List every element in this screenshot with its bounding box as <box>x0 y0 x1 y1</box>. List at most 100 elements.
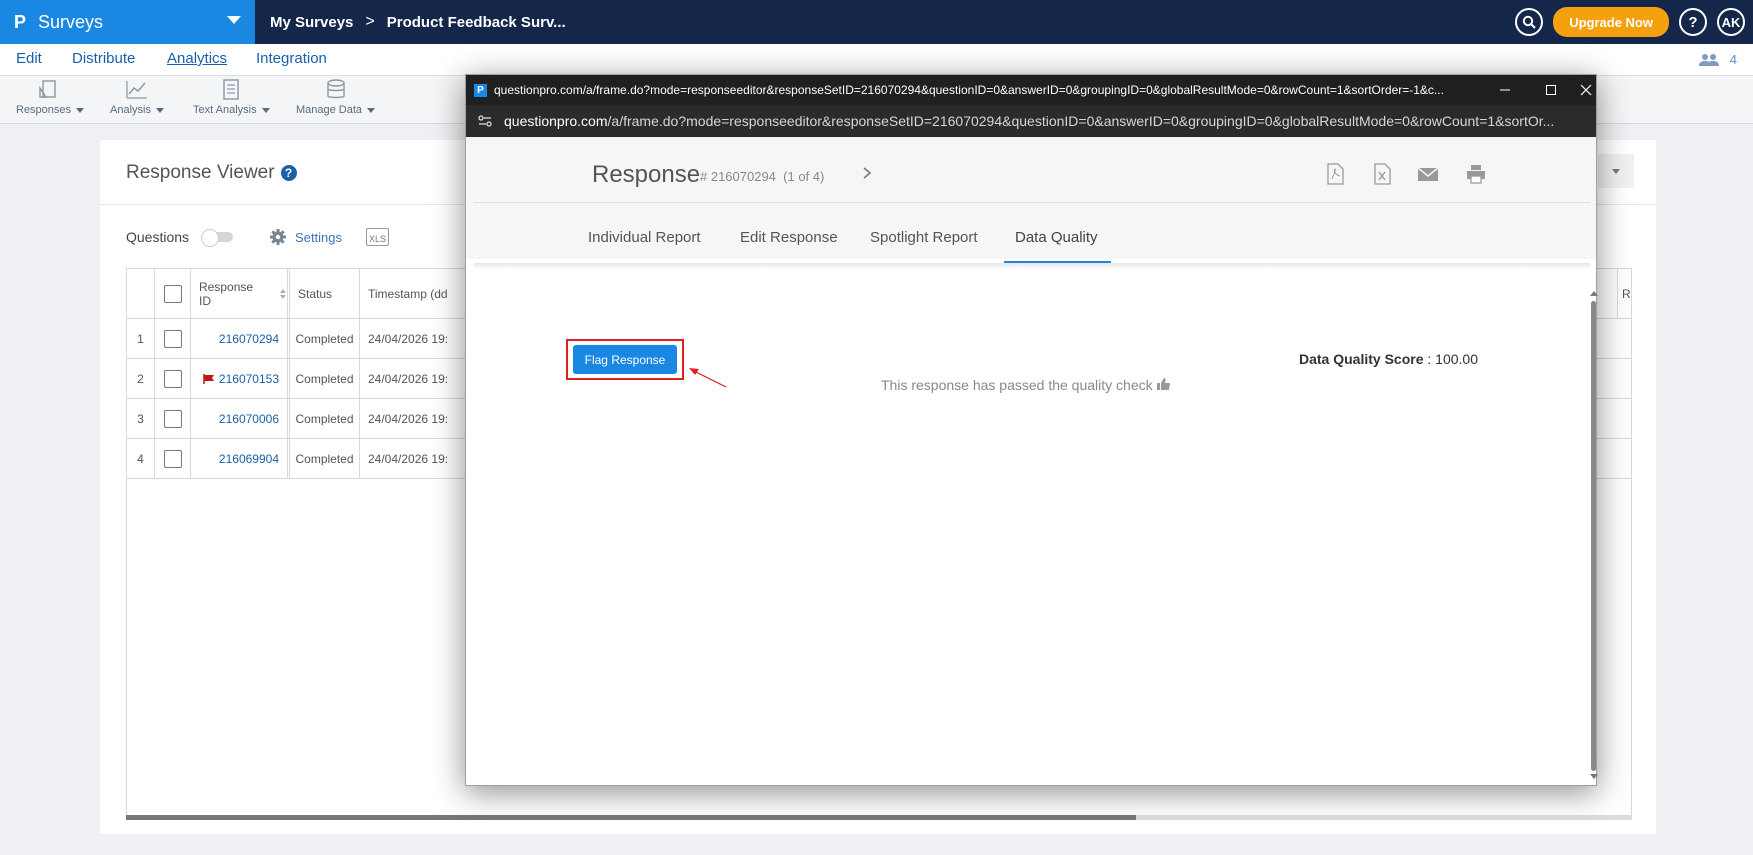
address-bar[interactable]: questionpro.com/a/frame.do?mode=response… <box>466 105 1596 137</box>
row-checkbox[interactable] <box>163 450 182 468</box>
app-name: Surveys <box>38 11 104 32</box>
upgrade-now-button[interactable]: Upgrade Now <box>1553 7 1669 37</box>
header-index <box>127 269 155 319</box>
search-button[interactable] <box>1515 8 1544 36</box>
tool-analysis[interactable]: Analysis <box>110 78 164 116</box>
help-circle-icon[interactable]: ? <box>280 165 297 181</box>
response-id: # 216070294 (1 of 4) <box>700 169 824 184</box>
options-row: Questions Settings XLS <box>126 228 390 247</box>
url-text[interactable]: questionpro.com/a/frame.do?mode=response… <box>504 113 1594 129</box>
response-id-cell[interactable]: 216070153 <box>191 359 290 399</box>
response-id-link[interactable]: 216070006 <box>191 399 290 439</box>
scrollbar-thumb[interactable] <box>126 815 1136 820</box>
window-title: questionpro.com/a/frame.do?mode=response… <box>494 83 1444 97</box>
pdf-icon[interactable] <box>1324 163 1346 185</box>
sort-icon <box>280 289 287 299</box>
tool-text-analysis[interactable]: Text Analysis <box>193 78 270 116</box>
excel-icon[interactable] <box>1371 163 1393 185</box>
vertical-scrollbar[interactable] <box>1590 291 1598 779</box>
header-shadow <box>474 263 1590 269</box>
timestamp-cell: 24/04/2026 19: <box>368 412 449 426</box>
status-cell: Completed <box>290 439 360 479</box>
row-index: 1 <box>127 319 155 359</box>
menu-analytics[interactable]: Analytics <box>167 50 227 67</box>
annotation-arrow-icon <box>689 368 727 388</box>
url-path: /a/frame.do?mode=responseeditor&response… <box>607 113 1555 129</box>
breadcrumb-my-surveys[interactable]: My Surveys <box>270 14 353 31</box>
flag-response-button[interactable]: Flag Response <box>573 345 677 374</box>
timestamp-cell: 24/04/2026 19: <box>368 452 449 466</box>
tab-edit-response[interactable]: Edit Response <box>740 229 838 246</box>
response-id-header-label: Response ID <box>199 280 254 308</box>
row-checkbox-cell <box>155 359 191 399</box>
response-title: Response <box>592 161 701 188</box>
response-id-link[interactable]: 216070294 <box>191 319 290 359</box>
tab-data-quality[interactable]: Data Quality <box>1015 229 1098 246</box>
user-avatar[interactable]: AK <box>1717 8 1745 36</box>
scrollbar-thumb[interactable] <box>1591 301 1596 771</box>
next-response-button[interactable] <box>861 163 873 186</box>
tool-analysis-label: Analysis <box>110 104 164 116</box>
main-menu: Edit Distribute Analytics Integration 4 <box>0 44 1753 76</box>
app-switcher[interactable]: P Surveys <box>0 0 255 44</box>
row-checkbox[interactable] <box>163 410 182 428</box>
help-button[interactable]: ? <box>1679 8 1707 36</box>
xls-export-icon[interactable]: XLS <box>366 228 390 246</box>
header-response-id[interactable]: Response ID <box>191 269 290 319</box>
tool-responses-label: Responses <box>16 104 84 116</box>
window-title-bar[interactable]: P questionpro.com/a/frame.do?mode=respon… <box>466 75 1596 105</box>
email-icon[interactable] <box>1417 163 1439 185</box>
url-host: questionpro.com <box>504 113 608 129</box>
status-cell: Completed <box>290 399 360 439</box>
view-dropdown[interactable] <box>1598 154 1634 188</box>
close-button[interactable] <box>1574 75 1598 105</box>
row-index: 2 <box>127 359 155 399</box>
header-divider <box>474 202 1590 203</box>
settings-button[interactable]: Settings <box>269 228 342 246</box>
tool-text-analysis-label: Text Analysis <box>193 104 270 116</box>
minimize-icon <box>1500 89 1510 91</box>
select-all-checkbox[interactable] <box>163 285 182 303</box>
row-checkbox[interactable] <box>163 330 182 348</box>
tab-spotlight-report[interactable]: Spotlight Report <box>870 229 978 246</box>
row-index: 3 <box>127 399 155 439</box>
score-label: Data Quality Score <box>1299 351 1424 367</box>
response-id-number: # 216070294 <box>700 169 776 184</box>
quality-check-message: This response has passed the quality che… <box>881 377 1170 393</box>
row-checkbox[interactable] <box>163 370 182 388</box>
menu-edit[interactable]: Edit <box>16 50 42 67</box>
search-icon <box>1523 15 1536 29</box>
questions-toggle[interactable] <box>201 229 234 247</box>
maximize-button[interactable] <box>1528 75 1574 105</box>
menu-integration[interactable]: Integration <box>256 50 327 67</box>
header-trailing: R <box>1617 269 1633 319</box>
minimize-button[interactable] <box>1482 75 1528 105</box>
site-settings-icon[interactable] <box>476 112 494 130</box>
tab-individual-report[interactable]: Individual Report <box>588 229 701 246</box>
tool-responses[interactable]: Responses <box>16 78 84 116</box>
highlight-box: Flag Response <box>566 339 684 380</box>
tool-manage-data-label: Manage Data <box>296 104 375 116</box>
gear-icon <box>270 229 287 245</box>
collaborators[interactable]: 4 <box>1698 52 1737 67</box>
database-icon <box>326 79 345 99</box>
header-select-all <box>155 269 191 319</box>
questions-label: Questions <box>126 229 190 245</box>
response-position: (1 of 4) <box>783 169 825 184</box>
users-icon <box>1698 53 1719 66</box>
scroll-down-icon[interactable] <box>1590 774 1598 779</box>
row-checkbox-cell <box>155 399 191 439</box>
response-id-link[interactable]: 216070153 <box>219 372 279 386</box>
print-icon[interactable] <box>1465 163 1487 185</box>
tool-manage-data[interactable]: Manage Data <box>296 78 375 116</box>
data-quality-score: Data Quality Score : 100.00 <box>1299 351 1478 367</box>
response-id-link[interactable]: 216069904 <box>191 439 290 479</box>
menu-distribute[interactable]: Distribute <box>72 50 135 67</box>
scroll-up-icon[interactable] <box>1590 291 1598 296</box>
breadcrumb: My Surveys > Product Feedback Surv... <box>270 0 566 44</box>
response-viewer-title: Response Viewer <box>126 162 275 183</box>
response-popup-window: P questionpro.com/a/frame.do?mode=respon… <box>465 74 1598 786</box>
breadcrumb-survey-name[interactable]: Product Feedback Surv... <box>387 14 566 31</box>
page-title: Response Viewer? <box>126 162 297 184</box>
horizontal-scrollbar[interactable] <box>126 815 1632 820</box>
